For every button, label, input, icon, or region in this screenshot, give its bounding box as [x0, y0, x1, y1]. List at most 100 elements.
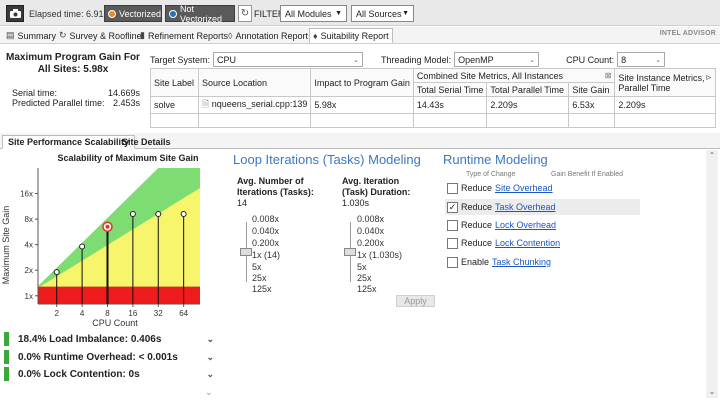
source-location-value: nqueens_serial.cpp:139 [211, 99, 308, 109]
gain-benefit-header: Gain Benefit If Enabled [551, 171, 623, 178]
slider-scale-label: 5x [357, 262, 367, 272]
tab-label: Suitability Report [320, 31, 389, 41]
option-link[interactable]: Task Overhead [495, 202, 556, 212]
metric-label: 18.4% Load Imbalance: 0.406s [18, 333, 162, 345]
slider-scale-label: 125x [252, 284, 272, 294]
avg-iterations-header: Avg. Number of Iterations (Tasks): [237, 176, 314, 197]
tab-survey-roofline[interactable]: ↻ Survey & Roofline [56, 28, 145, 43]
option-link[interactable]: Lock Contention [495, 238, 560, 248]
col-total-parallel[interactable]: Total Parallel Time [486, 82, 570, 97]
runtime-option-row[interactable]: ✓ Reduce Task Overhead [445, 199, 640, 215]
serial-time-label: Serial time: [12, 88, 58, 98]
cell-site-gain: 6.53x [568, 96, 616, 114]
modules-select[interactable]: All Modules ▼ [280, 5, 347, 22]
slider-scale-label: 0.008x [252, 214, 280, 224]
not-vectorized-label: Not Vectorized [180, 3, 223, 24]
y-tick-label: 2x [25, 266, 33, 275]
x-tick-label: 2 [54, 309, 59, 318]
data-point [129, 210, 136, 217]
metric-lock-contention[interactable]: 0.0% Lock Contention: 0s ⌄ [4, 366, 214, 382]
tab-annotation-report[interactable]: ◊ Annotation Report [225, 28, 311, 43]
option-link[interactable]: Task Chunking [492, 257, 551, 267]
col-impact[interactable]: Impact to Program Gain [310, 68, 414, 97]
checkbox[interactable] [447, 256, 458, 268]
slider-thumb[interactable] [240, 248, 252, 256]
slider-scale-label: 0.008x [357, 214, 385, 224]
cpu-count-value: 8 [621, 54, 627, 65]
slider-thumb[interactable] [344, 248, 356, 256]
modules-select-value: All Modules [285, 8, 332, 19]
instance-metrics-label: Site Instance Metrics, Parallel Time [618, 72, 705, 93]
slider-scale-label: 0.040x [252, 226, 280, 236]
threading-model-select[interactable]: OpenMP ⌄ [454, 52, 540, 67]
expand-icon[interactable]: ⊳ [705, 73, 712, 83]
col-site-gain[interactable]: Site Gain [568, 82, 616, 97]
table-row[interactable]: solve 🗎 nqueens_serial.cpp:139 5.98x 14.… [150, 96, 716, 114]
runtime-option-row[interactable]: Enable Task Chunking [445, 254, 640, 270]
option-link[interactable]: Lock Overhead [495, 220, 556, 230]
scroll-down-icon[interactable]: ⌄ [706, 387, 718, 396]
runtime-option-row[interactable]: Reduce Lock Overhead [445, 217, 640, 233]
avg-iterations-value: 14 [237, 198, 248, 208]
chart-plot: 1x 2x 4x 8x 16x 2 4 8 16 32 64 [20, 168, 200, 318]
cell-impact: 5.98x [310, 96, 414, 114]
col-source-location[interactable]: Source Location [197, 68, 312, 97]
tab-site-details[interactable]: Site Details [117, 135, 176, 149]
y-tick-label: 8x [25, 215, 33, 224]
section-tabs: Site Performance Scalability Site Detail… [0, 133, 720, 149]
chevron-down-icon: ⌄ [529, 56, 536, 64]
tab-site-performance-scalability[interactable]: Site Performance Scalability [2, 135, 136, 149]
collapse-icon[interactable]: ⊠ [605, 71, 612, 80]
y-tick-label: 16x [20, 190, 33, 199]
target-system-select[interactable]: CPU ⌄ [213, 52, 364, 67]
metric-load-imbalance[interactable]: 18.4% Load Imbalance: 0.406s ⌄ [4, 331, 214, 347]
checkbox[interactable] [447, 182, 458, 194]
chevron-down-icon: ⌄ [353, 56, 360, 64]
sources-select[interactable]: All Sources ▼ [351, 5, 414, 22]
metric-status-bar [4, 367, 9, 381]
cell-total-parallel: 2.209s [486, 96, 570, 114]
tab-suitability-report[interactable]: ♦ Suitability Report [309, 28, 393, 43]
option-prefix: Reduce [461, 220, 493, 230]
col-site-label[interactable]: Site Label [150, 68, 199, 97]
metric-label: 0.0% Lock Contention: 0s [18, 368, 140, 380]
chart-x-label: CPU Count [92, 318, 138, 328]
runtime-option-row[interactable]: Reduce Site Overhead [445, 180, 640, 196]
scroll-up-icon[interactable]: ⌃ [706, 151, 718, 160]
vectorized-filter-button[interactable]: Vectorized [104, 5, 162, 22]
threading-model-value: OpenMP [458, 54, 494, 65]
col-instance-metrics[interactable]: Site Instance Metrics, Parallel Time ⊳ [614, 68, 716, 97]
col-total-serial[interactable]: Total Serial Time [412, 82, 488, 97]
loop-modeling-title: Loop Iterations (Tasks) Modeling [233, 152, 421, 167]
chevron-down-icon[interactable]: ⌄ [206, 334, 214, 345]
vertical-scrollbar[interactable]: ⌃ ⌄ [706, 150, 718, 398]
option-prefix: Reduce [461, 183, 493, 193]
chevron-down-icon: ▼ [402, 10, 409, 17]
tab-refinement-reports[interactable]: ▮ Refinement Reports [137, 28, 231, 43]
x-tick-label: 16 [128, 309, 137, 318]
metric-runtime-overhead[interactable]: 0.0% Runtime Overhead: < 0.001s ⌄ [4, 349, 214, 365]
checkbox[interactable] [447, 237, 458, 249]
runtime-option-row[interactable]: Reduce Lock Contention [445, 235, 640, 251]
annotation-icon: ◊ [228, 30, 233, 41]
camera-button[interactable] [6, 5, 24, 22]
chevron-down-icon[interactable]: ⌄ [206, 352, 214, 363]
checkbox[interactable] [447, 219, 458, 231]
avg-duration-value: 1.030s [342, 198, 370, 208]
suitability-icon: ♦ [313, 31, 318, 41]
parallel-time-value: 2.453s [112, 98, 140, 108]
slider-scale-label: 25x [252, 273, 267, 283]
tab-summary[interactable]: ▤ Summary [3, 28, 59, 43]
option-link[interactable]: Site Overhead [495, 183, 553, 193]
chevron-down-icon[interactable]: ⌄ [205, 387, 213, 398]
apply-button[interactable]: Apply [396, 295, 435, 307]
chevron-down-icon[interactable]: ⌄ [206, 369, 214, 380]
vectorized-dot-icon [108, 9, 116, 18]
cpu-count-select[interactable]: 8 ⌄ [617, 52, 666, 67]
table-row-empty [150, 113, 716, 128]
checkbox[interactable]: ✓ [447, 201, 458, 213]
col-combined-metrics[interactable]: Combined Site Metrics, All Instances ⊠ [412, 68, 616, 83]
refresh-button[interactable]: ↻ [238, 5, 252, 22]
not-vectorized-filter-button[interactable]: Not Vectorized [165, 3, 235, 24]
cpu-count-label: CPU Count: [566, 54, 615, 65]
